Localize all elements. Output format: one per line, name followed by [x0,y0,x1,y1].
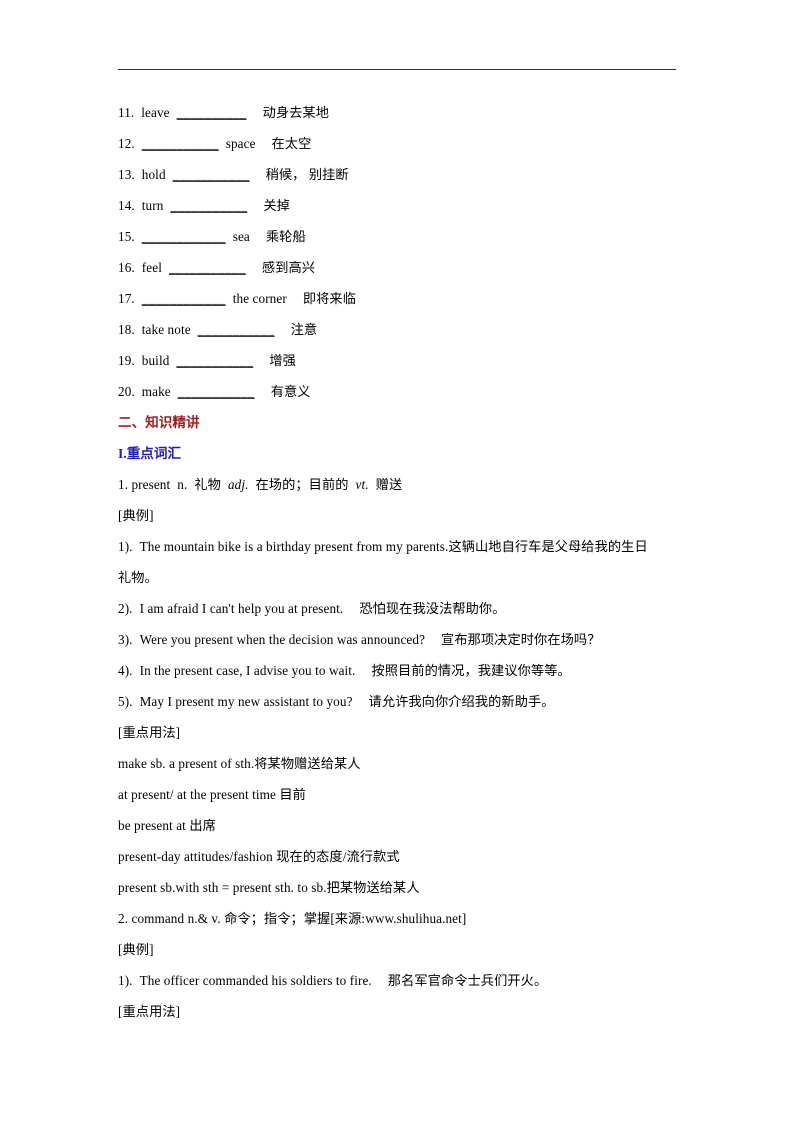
example-sentence: 2). I am afraid I can't help you at prese… [118,593,688,624]
vocab-number: 20. [118,384,135,399]
example-chinese: 按照目前的情况，我建议你等等。 [371,663,571,678]
example-chinese-continuation: 礼物。 [118,570,158,585]
vocab-meaning: 动身去某地 [262,105,329,120]
usage-label: [重点用法] [118,1004,181,1019]
example-chinese: 恐怕现在我没法帮助你。 [359,601,506,616]
vocab-item: 15. ____________ sea 乘轮船 [118,221,688,252]
example-english: The officer commanded his soldiers to fi… [139,973,372,988]
example-number: 4). [118,663,133,678]
vocab-suffix: space [225,136,256,151]
document-page: 11. leave __________ 动身去某地 12. ___________ sp… [0,0,793,1122]
vocab-meaning: 乘轮船 [265,229,306,244]
vocab-item: 12. ___________ space 在太空 [118,128,688,159]
example-english: In the present case, I advise you to wai… [139,663,356,678]
vocab-prefix: feel [141,260,162,275]
vocab-meaning: 有意义 [270,384,311,399]
vocab-meaning: 稍候， 别挂断 [265,167,349,182]
example-number: 2). [118,601,133,616]
usage-label: [重点用法] [118,725,181,740]
vocab-blank[interactable]: ___________ [178,384,255,399]
vocab-prefix: take note [141,322,191,337]
vocab-suffix: sea [232,229,250,244]
vocab-item: 11. leave __________ 动身去某地 [118,97,688,128]
example-sentence: 4). In the present case, I advise you to … [118,655,688,686]
vocab-number: 13. [118,167,135,182]
vocab-number: 17. [118,291,135,306]
vocab-prefix: leave [141,105,170,120]
vocab-number: 11. [118,105,135,120]
section-subheading: I.重点词汇 [118,446,182,461]
example-number: 1). [118,539,133,554]
example-english: May I present my new assistant to you? [139,694,353,709]
vocab-blank[interactable]: ___________ [170,198,247,213]
example-chinese: 那名军官命令士兵们开火。 [387,973,548,988]
vocab-blank[interactable]: ___________ [173,167,250,182]
vocab-blank[interactable]: ___________ [169,260,246,275]
vocab-blank[interactable]: ____________ [142,229,226,244]
example-english: I am afraid I can't help you at present. [139,601,344,616]
usage-item: be present at 出席 [118,818,216,833]
vocab-prefix: build [141,353,170,368]
vocab-meaning: 注意 [290,322,318,337]
gloss-adj: 在场的；目前的 [255,477,349,492]
example-sentence: 1). The mountain bike is a birthday prese… [118,531,688,562]
vocab-number: 12. [118,136,135,151]
vocab-item: 17. ____________ the corner 即将来临 [118,283,688,314]
vocab-item: 19. build ___________ 增强 [118,345,688,376]
gloss-vt: 赠送 [375,477,403,492]
vocab-blank[interactable]: ___________ [142,136,219,151]
example-chinese: 这辆山地自行车是父母给我的生日 [448,539,648,554]
vocab-item: 16. feel ___________ 感到高兴 [118,252,688,283]
example-number: 1). [118,973,133,988]
header-rule [118,69,676,70]
vocab-number: 15. [118,229,135,244]
vocab-blank[interactable]: ___________ [176,353,253,368]
example-chinese: 请允许我向你介绍我的新助手。 [368,694,555,709]
part-of-speech-vt: vt. [355,477,369,492]
vocab-prefix: hold [141,167,166,182]
vocab-prefix: make [141,384,171,399]
vocab-item: 20. make ___________ 有意义 [118,376,688,407]
gloss-n: 礼物 [194,477,221,492]
vocab-meaning: 感到高兴 [261,260,316,275]
vocab-meaning: 在太空 [271,136,312,151]
vocab-blank[interactable]: __________ [177,105,247,120]
vocab-item: 18. take note ___________ 注意 [118,314,688,345]
examples-label: [典例] [118,508,154,523]
entry-number-and-word: 1. present [118,477,171,492]
example-sentence: 5). May I present my new assistant to you… [118,686,688,717]
vocab-number: 19. [118,353,135,368]
vocab-blank[interactable]: ____________ [142,291,226,306]
vocab-meaning: 即将来临 [302,291,356,306]
example-english: The mountain bike is a birthday present … [139,539,449,554]
entry-definition-present: 1. present n. 礼物 adj. 在场的；目前的 vt. 赠送 [118,469,688,500]
example-number: 3). [118,632,133,647]
vocab-meaning: 关掉 [263,198,290,213]
usage-item: at present/ at the present time 目前 [118,787,306,802]
vocab-item: 14. turn ___________ 关掉 [118,190,688,221]
example-english: Were you present when the decision was a… [139,632,426,647]
vocab-number: 16. [118,260,135,275]
vocab-blank[interactable]: ___________ [198,322,275,337]
vocab-suffix: the corner [232,291,287,306]
document-body: 11. leave __________ 动身去某地 12. ___________ sp… [118,97,688,1027]
example-chinese: 宣布那项决定时你在场吗？ [441,632,601,647]
usage-item: make sb. a present of sth.将某物赠送给某人 [118,756,361,771]
usage-item: present sb.with sth = present sth. to sb… [118,880,420,895]
example-number: 5). [118,694,133,709]
vocab-prefix: turn [141,198,164,213]
part-of-speech-adj: adj. [227,477,249,492]
vocab-number: 14. [118,198,135,213]
vocab-item: 13. hold ___________ 稍候， 别挂断 [118,159,688,190]
example-sentence: 1). The officer commanded his soldiers to… [118,965,688,996]
entry-definition-command: 2. command n.& v. 命令；指令；掌握[来源:www.shulih… [118,911,467,926]
vocab-meaning: 增强 [269,353,296,368]
usage-item: present-day attitudes/fashion 现在的态度/流行款式 [118,849,400,864]
examples-label: [典例] [118,942,154,957]
example-sentence: 3). Were you present when the decision wa… [118,624,688,655]
vocab-number: 18. [118,322,135,337]
part-of-speech-n: n. [177,477,188,492]
section-heading: 二、知识精讲 [118,415,200,430]
